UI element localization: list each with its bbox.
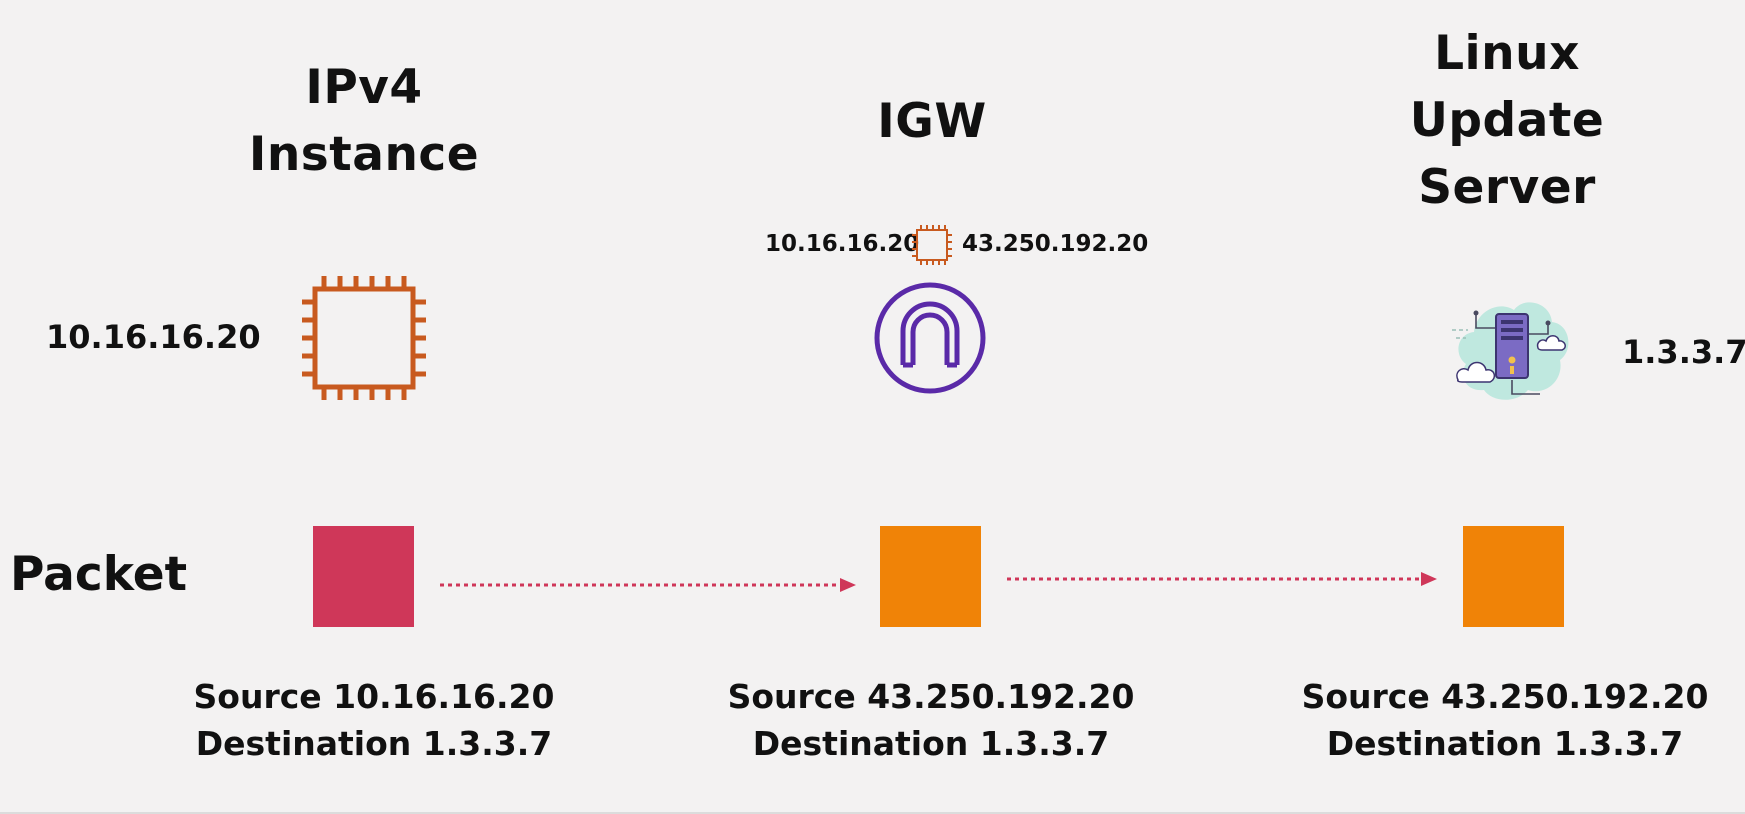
instance-heading: IPv4 Instance (184, 54, 544, 188)
packet-row-label: Packet (10, 547, 188, 602)
packet-instance (313, 526, 414, 627)
igw-packet-source: Source 43.250.192.20 (727, 677, 1135, 716)
server-packet-source: Source 43.250.192.20 (1301, 677, 1709, 716)
arrow-igw-to-server (1007, 569, 1439, 589)
arrow-instance-to-igw (440, 575, 858, 595)
instance-ip-label: 10.16.16.20 (46, 318, 261, 356)
server-heading-line-1: Linux (1434, 26, 1580, 81)
server-packet-destination: Destination 1.3.3.7 (1326, 724, 1684, 763)
igw-heading-line-1: IGW (877, 94, 987, 149)
internet-gateway-icon (873, 281, 987, 395)
server-packet-caption: Source 43.250.192.20 Destination 1.3.3.7 (1295, 673, 1715, 767)
small-chip-icon (911, 224, 953, 266)
instance-packet-destination: Destination 1.3.3.7 (195, 724, 553, 763)
instance-heading-line-2: Instance (248, 127, 480, 182)
server-heading-line-2: Update (1409, 93, 1605, 148)
igw-private-ip-label: 10.16.16.20 (765, 231, 920, 257)
cloud-server-icon (1452, 294, 1572, 406)
igw-packet-caption: Source 43.250.192.20 Destination 1.3.3.7 (721, 673, 1141, 767)
packet-server (1463, 526, 1564, 627)
igw-packet-destination: Destination 1.3.3.7 (752, 724, 1110, 763)
igw-heading: IGW (752, 88, 1112, 155)
instance-packet-source: Source 10.16.16.20 (193, 677, 555, 716)
igw-public-ip-label: 43.250.192.20 (962, 231, 1149, 257)
instance-packet-caption: Source 10.16.16.20 Destination 1.3.3.7 (164, 673, 584, 767)
server-heading: Linux Update Server (1327, 20, 1687, 221)
ec2-chip-icon (300, 274, 428, 402)
instance-heading-line-1: IPv4 (305, 60, 423, 115)
server-ip-label: 1.3.3.7 (1622, 333, 1745, 371)
packet-igw (880, 526, 981, 627)
server-heading-line-3: Server (1418, 160, 1596, 215)
